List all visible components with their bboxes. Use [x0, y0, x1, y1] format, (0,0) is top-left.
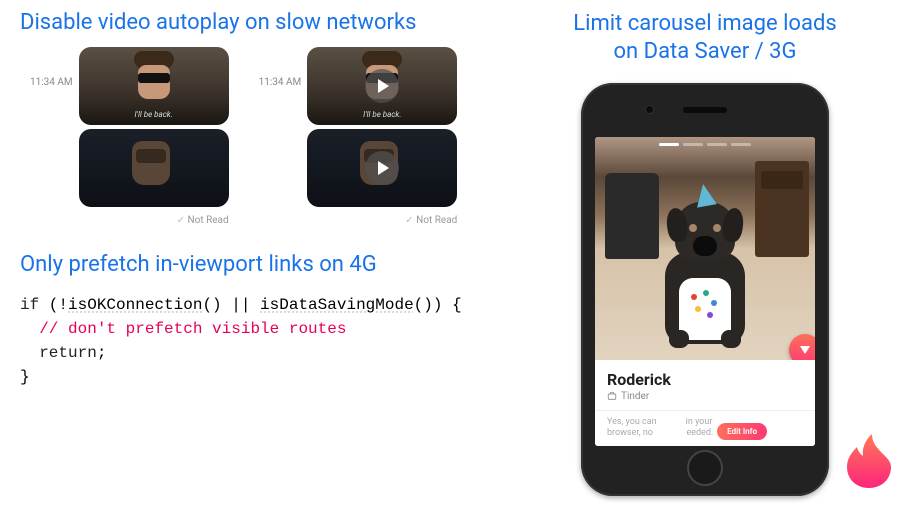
briefcase-icon — [607, 391, 617, 401]
code-token-return: return — [39, 344, 97, 362]
phone-home-button[interactable] — [687, 450, 723, 486]
code-token-if: if — [20, 296, 39, 314]
chat-caption: I'll be back. — [363, 110, 401, 119]
blurb-part: browser, no — [607, 428, 653, 438]
profile-photo[interactable] — [595, 137, 815, 360]
blurb-part: Yes, you can — [607, 417, 657, 427]
code-indent — [20, 344, 39, 362]
code-token: (! — [39, 296, 68, 314]
face-sunglasses-illustration — [124, 51, 184, 105]
heading-autoplay: Disable video autoplay on slow networks — [20, 10, 520, 35]
chat-example-autoplay: 11:34 AM I'll be back. Not Read — [30, 47, 229, 226]
edit-info-button[interactable]: Edit Info — [717, 423, 767, 440]
profile-blurb: Yes, you can in your browser, no eeded. — [607, 417, 803, 440]
code-token: () || — [202, 296, 260, 314]
code-comment: // don't prefetch visible routes — [20, 320, 346, 338]
left-column: Disable video autoplay on slow networks … — [20, 10, 520, 496]
code-token: ; — [97, 344, 107, 362]
play-icon[interactable] — [365, 151, 399, 185]
code-fn-isdatasavingmode: isDataSavingMode — [260, 296, 414, 314]
profile-meta: Tinder — [607, 391, 803, 402]
divider — [595, 410, 815, 411]
phone-frame: Roderick Tinder Yes, you can in your bro… — [581, 83, 829, 496]
face-dark-illustration — [132, 141, 170, 185]
read-status: Not Read — [79, 215, 229, 226]
chat-example-no-autoplay: 11:34 AM I'll be back. Not Read — [259, 47, 458, 226]
read-status: Not Read — [307, 215, 457, 226]
tinder-flame-icon — [846, 434, 892, 488]
phone-camera — [645, 105, 654, 114]
code-fn-isokconnection: isOKConnection — [68, 296, 202, 314]
right-column: Limit carousel image loads on Data Saver… — [520, 10, 890, 496]
heading-carousel: Limit carousel image loads on Data Saver… — [573, 10, 836, 65]
code-snippet: if (!isOKConnection() || isDataSavingMod… — [20, 293, 520, 389]
chat-image-bubble: I'll be back. — [79, 47, 229, 125]
code-token: } — [20, 368, 30, 386]
profile-name: Roderick — [607, 370, 803, 389]
profile-card-info: Roderick Tinder Yes, you can in your bro… — [595, 360, 815, 446]
heading-prefetch: Only prefetch in-viewport links on 4G — [20, 252, 520, 277]
play-icon[interactable] — [365, 69, 399, 103]
carousel-indicator — [659, 143, 751, 146]
code-token: ()) { — [414, 296, 462, 314]
chat-timestamp: 11:34 AM — [30, 77, 73, 88]
phone-screen: Roderick Tinder Yes, you can in your bro… — [595, 137, 815, 446]
chat-bubbles: I'll be back. Not Read — [79, 47, 229, 226]
slide: Disable video autoplay on slow networks … — [0, 0, 910, 506]
chat-image-bubble — [79, 129, 229, 207]
chat-video-bubble: I'll be back. — [307, 47, 457, 125]
chat-bubbles: I'll be back. Not Read — [307, 47, 457, 226]
heading-carousel-line2: on Data Saver / 3G — [613, 39, 796, 64]
blurb-part: eeded. — [686, 428, 713, 438]
dog-illustration — [645, 174, 765, 344]
chat-examples-row: 11:34 AM I'll be back. Not Read 11:34 A — [30, 47, 520, 226]
chat-video-bubble — [307, 129, 457, 207]
blurb-part: in your — [686, 417, 713, 427]
chat-timestamp: 11:34 AM — [259, 77, 302, 88]
heading-carousel-line1: Limit carousel image loads — [573, 11, 836, 36]
profile-meta-text: Tinder — [621, 391, 649, 402]
chat-caption: I'll be back. — [135, 110, 173, 119]
